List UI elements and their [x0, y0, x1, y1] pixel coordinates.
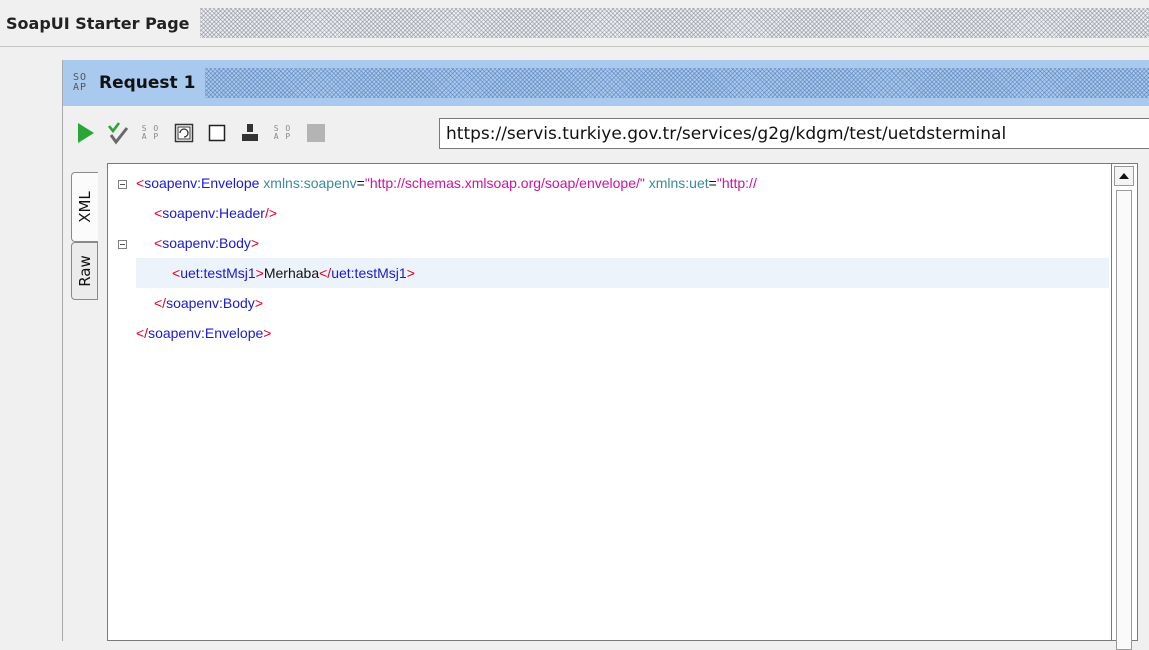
code-line: <soapenv:Envelope xmlns:soapenv="http://…: [136, 168, 1109, 198]
fold-gutter: [108, 164, 134, 640]
request-toolbar: S OA P S OA P: [63, 108, 1149, 158]
request-title-bar[interactable]: SOAP Request 1: [63, 60, 1149, 106]
run-icon: [75, 122, 95, 144]
tab-raw[interactable]: Raw: [71, 242, 98, 300]
soap-icon: S OA P: [142, 125, 159, 141]
fold-icon[interactable]: [118, 240, 127, 249]
xml-code[interactable]: <soapenv:Envelope xmlns:soapenv="http://…: [136, 168, 1109, 348]
validate-button[interactable]: [102, 118, 133, 148]
scroll-thumb[interactable]: [1116, 190, 1132, 650]
request-title: Request 1: [97, 73, 205, 93]
arrow-up-icon: [1119, 173, 1129, 179]
format-icon: [174, 123, 194, 143]
code-line-current: <uet:testMsj1>Merhaba</uet:testMsj1>: [136, 258, 1109, 288]
validate-icon: [106, 121, 130, 145]
request-window: SOAP Request 1 S OA P: [62, 60, 1149, 641]
stop-icon: [306, 123, 326, 143]
title-bar-pattern: [205, 68, 1149, 98]
code-line: </soapenv:Envelope>: [136, 318, 1109, 348]
endpoint-field[interactable]: [439, 118, 1149, 149]
title-bar-pattern: [200, 8, 1149, 38]
xml-editor[interactable]: <soapenv:Envelope xmlns:soapenv="http://…: [107, 163, 1138, 641]
tab-xml[interactable]: XML: [71, 172, 98, 242]
fold-icon[interactable]: [118, 180, 127, 189]
scroll-up-button[interactable]: [1114, 166, 1134, 186]
soap-icon: S OA P: [274, 125, 291, 141]
request-editor-area: XML Raw <soapenv:Envelope xmlns:soapenv=…: [63, 160, 1149, 641]
toggle-button[interactable]: [201, 118, 232, 148]
create-testcase-button[interactable]: S OA P: [135, 118, 166, 148]
endpoint-input[interactable]: [440, 119, 1149, 148]
stop-button[interactable]: [300, 118, 331, 148]
code-line: </soapenv:Body>: [136, 288, 1109, 318]
starter-page-title: SoapUI Starter Page: [0, 14, 200, 33]
format-button[interactable]: [168, 118, 199, 148]
auth-button[interactable]: [234, 118, 265, 148]
code-line: <soapenv:Body>: [136, 228, 1109, 258]
soap-action-button[interactable]: S OA P: [267, 118, 298, 148]
starter-page-tab[interactable]: SoapUI Starter Page: [0, 0, 1149, 47]
soap-icon: SOAP: [63, 68, 97, 98]
code-line: <soapenv:Header/>: [136, 198, 1109, 228]
checkbox-icon: [208, 124, 226, 142]
vertical-scrollbar[interactable]: [1111, 164, 1137, 640]
user-icon: [240, 123, 260, 143]
run-button[interactable]: [69, 118, 100, 148]
